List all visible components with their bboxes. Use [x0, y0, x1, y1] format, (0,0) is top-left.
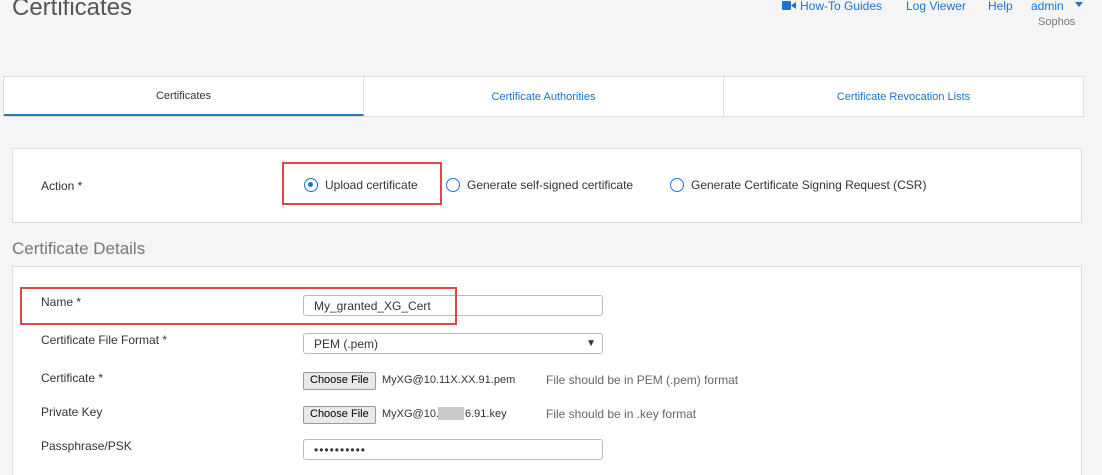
radio-label: Generate self-signed certificate: [467, 178, 634, 192]
radio-generate-csr[interactable]: Generate Certificate Signing Request (CS…: [670, 178, 926, 192]
radio-label: Generate Certificate Signing Request (CS…: [691, 178, 927, 192]
radio-upload-certificate[interactable]: Upload certificate: [304, 178, 418, 192]
tab-label: Certificates: [155, 89, 212, 102]
private-key-choose-file-button[interactable]: Choose File: [303, 406, 376, 424]
certificate-choose-file-button[interactable]: Choose File: [303, 372, 376, 390]
private-key-label: Private Key: [41, 405, 103, 419]
private-key-file-name-suffix: 6.91.key: [465, 408, 507, 420]
certificate-file-name: MyXG@10.11X.XX.91.pem: [382, 374, 516, 386]
passphrase-input[interactable]: ••••••••••: [303, 439, 603, 460]
org-name: Sophos: [1038, 16, 1076, 28]
help-link[interactable]: Help: [988, 0, 1013, 13]
radio-unselected-icon: [446, 178, 460, 192]
tab-bar: Certificates Certificate Authorities Cer…: [3, 76, 1084, 117]
format-select[interactable]: PEM (.pem) ▼: [303, 333, 603, 354]
name-label: Name *: [41, 295, 82, 309]
user-menu[interactable]: admin: [1031, 0, 1064, 13]
certificate-label: Certificate *: [41, 371, 104, 385]
how-to-guides-link[interactable]: How-To Guides: [800, 0, 882, 13]
section-title-certificate-details: Certificate Details: [12, 239, 146, 258]
passphrase-label: Passphrase/PSK: [41, 439, 132, 453]
tab-certificates[interactable]: Certificates: [4, 77, 364, 116]
tab-certificate-revocation-lists[interactable]: Certificate Revocation Lists: [724, 77, 1083, 116]
tab-label: Certificate Revocation Lists: [836, 90, 971, 103]
radio-generate-self-signed[interactable]: Generate self-signed certificate: [446, 178, 633, 192]
private-key-file-name-prefix: MyXG@10.1: [382, 408, 446, 420]
radio-unselected-icon: [670, 178, 684, 192]
format-label: Certificate File Format *: [41, 333, 168, 347]
format-select-value: PEM (.pem): [314, 337, 379, 351]
chevron-down-icon[interactable]: [1074, 1, 1084, 9]
action-label: Action *: [41, 179, 83, 193]
log-viewer-link[interactable]: Log Viewer: [906, 0, 966, 13]
radio-label: Upload certificate: [325, 178, 418, 192]
tab-certificate-authorities[interactable]: Certificate Authorities: [364, 77, 724, 116]
certificate-hint: File should be in PEM (.pem) format: [546, 373, 739, 387]
radio-selected-icon: [304, 178, 318, 192]
video-icon: [782, 1, 796, 10]
private-key-hint: File should be in .key format: [546, 407, 697, 421]
chevron-down-icon: ▼: [586, 338, 596, 349]
redaction-box: [438, 407, 464, 420]
tab-label: Certificate Authorities: [491, 90, 596, 103]
top-nav: How-To Guides Log Viewer Help admin: [0, 0, 1102, 15]
name-input[interactable]: My_granted_XG_Cert: [303, 295, 603, 316]
